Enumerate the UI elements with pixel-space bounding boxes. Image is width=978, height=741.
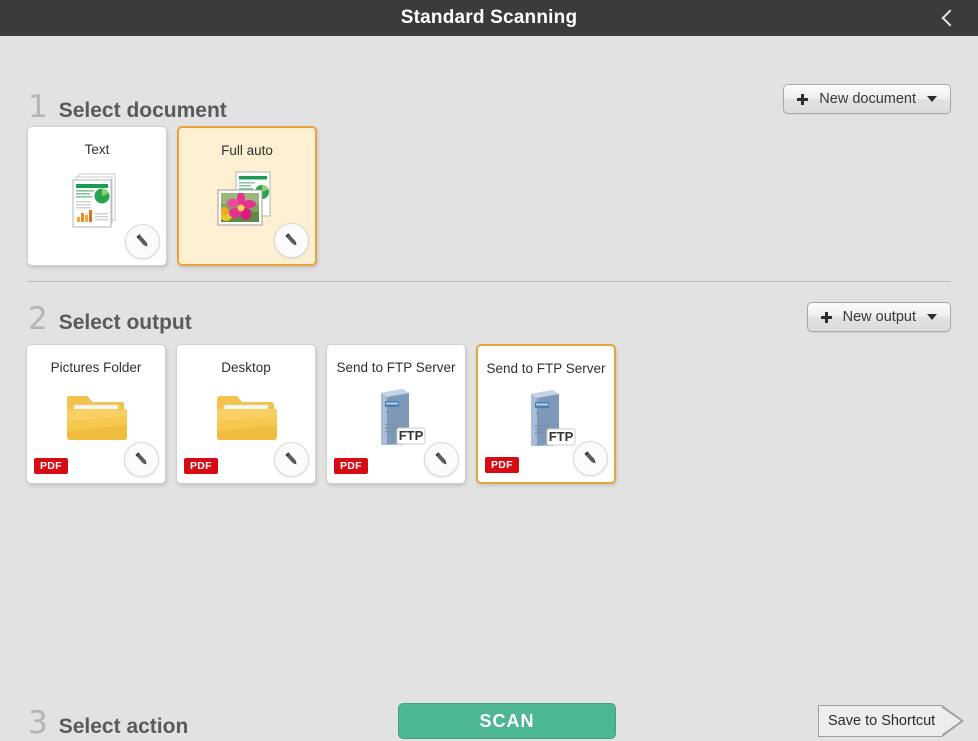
output-card-title: Send to FTP Server (336, 360, 456, 375)
step-number-2: 2 (28, 301, 48, 337)
edit-output-button[interactable] (124, 442, 159, 477)
window-titlebar: Standard Scanning (0, 0, 978, 36)
section-divider (27, 281, 951, 282)
pencil-icon (136, 234, 148, 247)
edit-document-button[interactable] (274, 223, 309, 258)
pencil-icon (435, 452, 447, 465)
chevron-down-icon (927, 96, 937, 102)
section-heading-output: 2 Select output (28, 304, 192, 335)
output-card-ftp-1[interactable]: Send to FTP Server FTP PDF (326, 344, 466, 484)
chevron-left-icon (941, 9, 959, 27)
arrow-right-icon (941, 705, 965, 737)
new-output-button[interactable]: New output (806, 302, 951, 332)
pencil-icon (584, 451, 596, 464)
document-card-full-auto[interactable]: Full auto (177, 126, 317, 266)
step-number-3: 3 (28, 705, 48, 741)
step-label-2: Select output (58, 311, 192, 334)
step-label-1: Select document (58, 99, 227, 122)
document-card-row: Text Full auto (27, 126, 317, 266)
output-card-title: Send to FTP Server (486, 361, 606, 376)
plus-icon (820, 311, 832, 323)
window-title: Standard Scanning (400, 7, 578, 28)
save-to-shortcut-label: Save to Shortcut (818, 705, 943, 737)
output-card-title: Pictures Folder (50, 360, 142, 375)
output-card-title: Desktop (221, 360, 271, 375)
output-card-ftp-2[interactable]: Send to FTP Server FTP PDF (476, 344, 616, 484)
pdf-badge: PDF (334, 457, 368, 474)
edit-document-button[interactable] (125, 224, 160, 259)
edit-output-button[interactable] (573, 441, 608, 476)
output-card-row: Pictures Folder PDF Desktop PDF Send to … (26, 344, 616, 484)
new-document-button[interactable]: New document (783, 84, 951, 114)
step-label-3: Select action (58, 715, 189, 738)
back-button[interactable] (930, 0, 966, 36)
pdf-badge: PDF (34, 457, 68, 474)
step-number-1: 1 (28, 89, 48, 125)
svg-text:FTP: FTP (399, 428, 424, 443)
output-card-pictures-folder[interactable]: Pictures Folder PDF (26, 344, 166, 484)
section-heading-action: 3 Select action (28, 708, 188, 739)
page-body: 1 Select document New document Text Full… (0, 36, 978, 739)
pencil-icon (285, 233, 297, 246)
save-to-shortcut-button[interactable]: Save to Shortcut (818, 705, 965, 737)
output-card-desktop[interactable]: Desktop PDF (176, 344, 316, 484)
scan-button[interactable]: SCAN (398, 703, 616, 739)
svg-text:FTP: FTP (549, 429, 574, 444)
pdf-badge: PDF (184, 457, 218, 474)
document-card-title: Full auto (221, 143, 273, 158)
pencil-icon (135, 452, 147, 465)
document-card-text[interactable]: Text (27, 126, 167, 266)
plus-icon (797, 93, 809, 105)
document-card-title: Text (84, 142, 110, 157)
new-output-label: New output (842, 309, 916, 325)
pencil-icon (285, 452, 297, 465)
pdf-badge: PDF (485, 456, 519, 473)
edit-output-button[interactable] (424, 442, 459, 477)
new-document-label: New document (819, 91, 916, 107)
edit-output-button[interactable] (274, 442, 309, 477)
section-heading-document: 1 Select document (28, 92, 227, 123)
chevron-down-icon (927, 314, 937, 320)
